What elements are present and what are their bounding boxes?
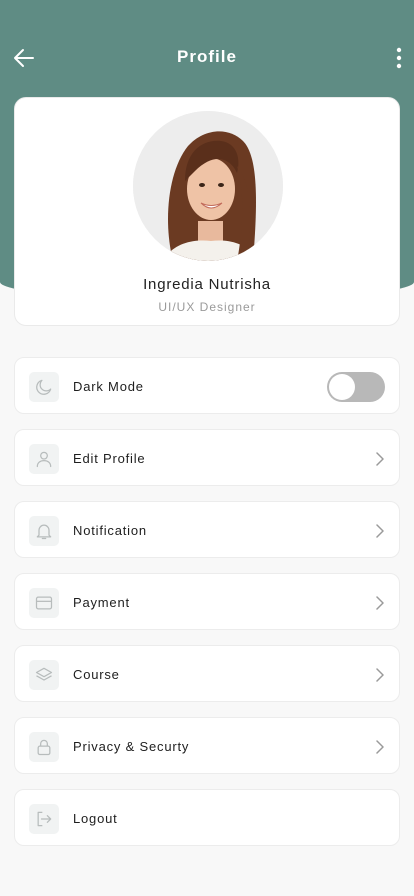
layers-icon	[29, 660, 59, 690]
menu-label: Privacy & Securty	[73, 739, 190, 754]
dark-mode-toggle[interactable]	[327, 372, 385, 402]
menu-item-privacy-security[interactable]: Privacy & Securty	[14, 717, 400, 774]
menu-label: Logout	[73, 811, 118, 826]
avatar-photo	[133, 111, 283, 261]
card-icon	[29, 588, 59, 618]
page-title: Profile	[177, 47, 237, 66]
menu-label: Course	[73, 667, 120, 682]
toggle-knob	[329, 374, 355, 400]
menu-label: Notification	[73, 523, 147, 538]
profile-card: Ingredia Nutrisha UI/UX Designer	[14, 97, 400, 326]
menu-item-logout[interactable]: Logout	[14, 789, 400, 846]
menu-item-payment[interactable]: Payment	[14, 573, 400, 630]
profile-role: UI/UX Designer	[158, 300, 256, 314]
more-options-button[interactable]	[392, 44, 406, 72]
menu-label: Dark Mode	[73, 379, 144, 394]
chevron-right-icon	[373, 666, 387, 684]
bell-icon	[29, 516, 59, 546]
user-icon	[29, 444, 59, 474]
menu-item-edit-profile[interactable]: Edit Profile	[14, 429, 400, 486]
app-bar: Profile	[0, 30, 414, 86]
logout-icon	[29, 804, 59, 834]
avatar[interactable]	[133, 111, 283, 261]
menu-label: Payment	[73, 595, 130, 610]
chevron-right-icon	[373, 522, 387, 540]
menu-item-notification[interactable]: Notification	[14, 501, 400, 558]
chevron-right-icon	[373, 594, 387, 612]
chevron-right-icon	[373, 450, 387, 468]
moon-icon	[29, 372, 59, 402]
more-vertical-icon	[396, 47, 402, 69]
menu-item-course[interactable]: Course	[14, 645, 400, 702]
lock-icon	[29, 732, 59, 762]
chevron-right-icon	[373, 738, 387, 756]
menu-label: Edit Profile	[73, 451, 146, 466]
menu-item-dark-mode: Dark Mode	[14, 357, 400, 414]
profile-name: Ingredia Nutrisha	[143, 276, 271, 293]
